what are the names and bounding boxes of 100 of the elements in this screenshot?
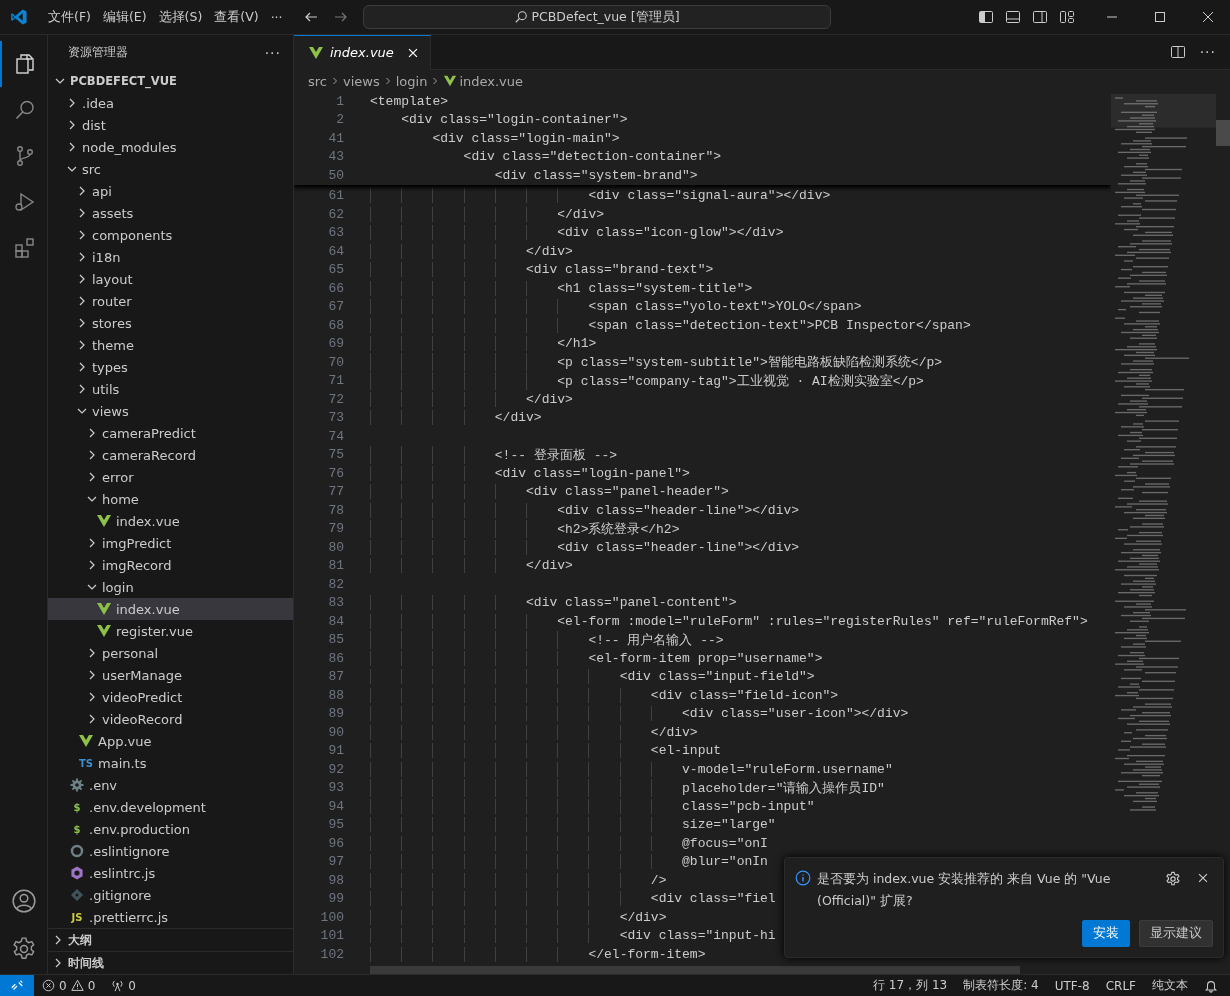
close-icon[interactable] [1196,871,1210,885]
more-actions-button[interactable]: ··· [264,44,281,61]
bell-icon[interactable] [1204,978,1218,993]
status-item[interactable]: UTF-8 [1046,978,1098,993]
folder-item[interactable]: types [48,356,293,378]
line-number: 66 [327,280,344,296]
folder-item[interactable]: login [48,576,293,598]
gear-icon [69,777,85,793]
line-number: 98 [327,872,344,888]
line-number: 67 [327,299,344,315]
secondary-sidebar-icon[interactable] [1032,9,1048,25]
folder-item[interactable]: imgPredict [48,532,293,554]
file-item[interactable]: .eslintrc.js [48,862,293,884]
ports-status[interactable]: 0 [103,978,144,993]
status-item[interactable]: 纯文本 [1144,977,1196,994]
breadcrumb-item[interactable]: index.vue [459,73,523,89]
file-item[interactable]: .env [48,774,293,796]
code-line: <div class="login-main"> [431,130,620,146]
breadcrumb-item[interactable]: login [395,73,428,89]
panel-layout-icon[interactable] [1005,9,1021,25]
folder-item[interactable]: userManage [48,664,293,686]
vue-file-icon [443,74,458,88]
folder-item[interactable]: videoRecord [48,708,293,730]
status-item[interactable]: 行 17，列 13 [865,977,956,994]
file-item[interactable]: index.vue [48,598,293,620]
file-item[interactable]: .eslintignore [48,840,293,862]
folder-item[interactable]: dist [48,114,293,136]
folder-item[interactable]: .idea [48,92,293,114]
more-actions-button[interactable]: ··· [1199,44,1216,60]
file-item[interactable]: TS main.ts [48,752,293,774]
customize-layout-icon[interactable] [1059,9,1075,25]
line-number: 89 [327,706,344,722]
file-item[interactable]: $ .env.production [48,818,293,840]
file-item[interactable]: register.vue [48,620,293,642]
section-header[interactable]: 时间线 [48,951,293,974]
install-button[interactable]: 安装 [1082,920,1130,947]
breadcrumb-item[interactable]: src [308,73,327,89]
line-number: 43 [327,149,344,165]
show-recommendations-button[interactable]: 显示建议 [1139,920,1213,947]
line-number: 91 [327,743,344,759]
folder-item[interactable]: node_modules [48,136,293,158]
folder-item[interactable]: src [48,158,293,180]
file-item[interactable]: index.vue [48,510,293,532]
sidebar-layout-icon[interactable] [978,9,994,25]
search-field[interactable]: PCBDefect_vue [管理员] [362,5,831,29]
menu-item[interactable]: 选择(S) [152,5,209,29]
file-item[interactable]: .gitignore [48,884,293,906]
folder-item[interactable]: personal [48,642,293,664]
status-item[interactable]: 制表符长度: 4 [955,977,1047,994]
close-icon[interactable] [1200,9,1216,25]
menu-item[interactable]: 查看(V) [208,5,265,29]
folder-item[interactable]: imgRecord [48,554,293,576]
maximize-icon[interactable] [1152,9,1168,25]
code-line: <div class="system-brand"> [493,167,698,183]
line-number: 90 [327,724,344,740]
code-line: <div class="login-container"> [400,112,628,128]
menu-item[interactable]: 编辑(E) [96,5,153,29]
line-number: 102 [319,946,344,962]
folder-item[interactable]: router [48,290,293,312]
folder-item[interactable]: theme [48,334,293,356]
folder-item[interactable]: videoPredict [48,686,293,708]
folder-item[interactable]: cameraPredict [48,422,293,444]
file-item[interactable]: JS .prettierrc.js [48,906,293,928]
remote-button[interactable] [0,974,34,996]
antenna-icon [111,979,125,992]
horizontal-scrollbar[interactable] [370,966,1020,974]
menu-item[interactable]: 文件(F) [42,5,97,29]
folder-item[interactable]: views [48,400,293,422]
folder-item[interactable]: utils [48,378,293,400]
file-item[interactable]: $ .env.development [48,796,293,818]
project-folder[interactable]: PCBDEFECT_VUE [48,70,293,92]
line-number: 81 [327,558,344,574]
folder-item[interactable]: error [48,466,293,488]
folder-item[interactable]: layout [48,268,293,290]
scrollbar-thumb[interactable] [1216,120,1230,146]
line-number: 41 [327,130,344,146]
settings-icon[interactable] [1165,871,1181,887]
split-editor-icon[interactable] [1169,44,1186,60]
settings-icon[interactable] [10,936,37,962]
line-number: 99 [327,891,344,907]
folder-item[interactable]: assets [48,202,293,224]
ports-count: 0 [128,978,136,993]
folder-item[interactable]: components [48,224,293,246]
section-header[interactable]: 大纲 [48,928,293,951]
line-number: 71 [327,373,344,389]
info-icon [795,870,811,886]
folder-item[interactable]: i18n [48,246,293,268]
line-number: 82 [327,576,344,592]
problems-status[interactable]: 0 0 [34,978,104,993]
more-menu[interactable]: ··· [264,6,289,28]
file-item[interactable]: App.vue [48,730,293,752]
account-icon[interactable] [10,888,37,914]
editor-tab[interactable]: index.vue [294,34,431,70]
warning-count: 0 [87,978,96,993]
folder-item[interactable]: cameraRecord [48,444,293,466]
folder-item[interactable]: api [48,180,293,202]
folder-item[interactable]: stores [48,312,293,334]
status-item[interactable]: CRLF [1097,978,1144,993]
folder-item[interactable]: home [48,488,293,510]
breadcrumb-item[interactable]: views [343,73,380,89]
